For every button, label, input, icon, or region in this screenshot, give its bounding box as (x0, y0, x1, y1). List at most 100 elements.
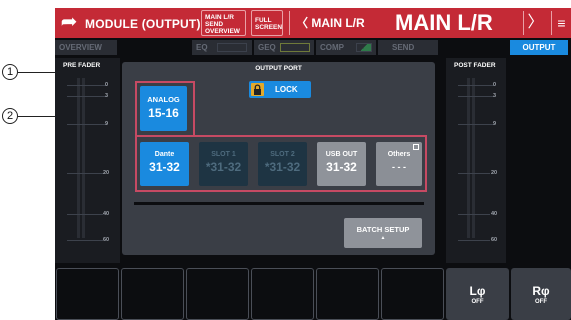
callout-1: 1 (2, 64, 18, 80)
post-scale-20: 20 (491, 170, 498, 176)
tab-eq[interactable]: EQ (192, 40, 252, 55)
pre-tick (67, 240, 103, 241)
batch-setup-arrow-icon: ▲ (380, 235, 386, 241)
post-scale-60: 60 (491, 237, 498, 243)
others-port-button[interactable]: Others - - - (376, 142, 422, 186)
slot2-port-button[interactable]: SLOT 2 *31-32 (258, 142, 307, 186)
post-scale-9: 9 (493, 121, 497, 127)
tab-comp-label: COMP (320, 43, 344, 52)
menu-icon[interactable]: ≡ (551, 11, 571, 35)
analog-port-button[interactable]: ANALOG 15-16 (140, 86, 187, 131)
dante-port-line2: 31-32 (149, 160, 180, 174)
post-tick (458, 173, 490, 174)
post-tick (458, 240, 490, 241)
post-tick (458, 96, 494, 97)
pre-scale-40: 40 (103, 211, 110, 217)
prev-channel-label: MAIN L/R (311, 16, 365, 30)
analog-port-line2: 15-16 (148, 106, 179, 120)
analog-port-line1: ANALOG (147, 95, 180, 104)
chevron-right-icon[interactable]: 〉 (523, 11, 547, 35)
tab-send[interactable]: SEND (378, 40, 438, 55)
tab-geq-label: GEQ (258, 43, 276, 52)
tab-overview[interactable]: OVERVIEW (55, 40, 117, 55)
send-overview-button[interactable]: MAIN L/R SEND OVERVIEW (201, 10, 246, 36)
bottom-slot[interactable] (316, 268, 379, 320)
tab-output-label: OUTPUT (522, 43, 556, 52)
pre-scale-3: 3 (105, 93, 109, 99)
manual-figure: 1 2 ➦ MODULE (OUTPUT) MAIN L/R SEND OVER… (0, 0, 571, 320)
top-bar: ➦ MODULE (OUTPUT) MAIN L/R SEND OVERVIEW… (55, 8, 571, 38)
others-port-line2: - - - (392, 162, 406, 172)
lock-button[interactable]: LOCK (249, 81, 311, 98)
send-overview-label-1: MAIN L/R (205, 14, 234, 21)
full-screen-label-1: FULL (255, 17, 272, 24)
post-fader-label: POST FADER (454, 62, 496, 69)
batch-setup-label: BATCH SETUP (356, 225, 410, 234)
tab-send-label: SEND (392, 43, 415, 52)
post-scale-3: 3 (493, 93, 497, 99)
external-link-icon (413, 144, 419, 150)
bottom-slot[interactable] (121, 268, 184, 320)
tab-geq[interactable]: GEQ (254, 40, 314, 55)
others-port-line1: Others (387, 151, 411, 158)
post-tick (458, 214, 490, 215)
device-screen: ➦ MODULE (OUTPUT) MAIN L/R SEND OVERVIEW… (55, 8, 571, 320)
eq-thumbnail (217, 43, 247, 52)
usb-out-port-line1: USB OUT (325, 151, 358, 158)
output-port-title: OUTPUT PORT (255, 65, 302, 72)
usb-out-port-line2: 31-32 (326, 160, 357, 174)
pre-tick (67, 214, 103, 215)
bottom-slot[interactable] (381, 268, 444, 320)
pre-tick (67, 124, 107, 125)
dante-port-line1: Dante (154, 151, 175, 158)
tab-comp[interactable]: COMP (316, 40, 376, 55)
callout-2: 2 (2, 108, 18, 124)
r-phase-state: OFF (535, 299, 547, 305)
prev-channel-button[interactable]: 〈 MAIN L/R (289, 11, 375, 35)
comp-thumbnail (356, 43, 372, 52)
full-screen-label-2: SCREEN (255, 24, 283, 31)
pre-tick (67, 85, 107, 86)
module-title: MODULE (OUTPUT) (85, 17, 201, 31)
send-overview-label-3: OVERVIEW (205, 28, 240, 35)
l-phase-state: OFF (471, 299, 484, 305)
pre-scale-20: 20 (103, 170, 110, 176)
bottom-slot[interactable] (56, 268, 119, 320)
geq-thumbnail (280, 43, 310, 52)
post-tick (458, 85, 494, 86)
tab-overview-label: OVERVIEW (59, 43, 102, 52)
post-tick (458, 124, 494, 125)
bottom-slot[interactable] (186, 268, 249, 320)
batch-setup-button[interactable]: BATCH SETUP ▲ (344, 218, 422, 248)
pre-fader-label: PRE FADER (63, 62, 101, 69)
pre-tick (67, 96, 107, 97)
send-overview-label-2: SEND (205, 21, 224, 28)
pre-scale-9: 9 (105, 121, 109, 127)
pre-scale-60: 60 (103, 237, 110, 243)
pre-fader-panel: PRE FADER 0 3 9 20 40 60 (55, 58, 120, 263)
post-fader-panel: POST FADER 0 3 9 20 40 60 (446, 58, 506, 263)
full-screen-button[interactable]: FULL SCREEN (251, 10, 283, 36)
l-phase-label: Lφ (469, 284, 486, 298)
r-phase-label: Rφ (532, 284, 550, 298)
channel-title: MAIN L/R (395, 10, 493, 35)
output-port-panel: OUTPUT PORT LOCK ANALOG 15-16 Dante 31-3… (122, 62, 435, 255)
slot2-port-line1: SLOT 2 (270, 151, 295, 158)
back-arrow-icon[interactable]: ➦ (57, 11, 81, 35)
usb-out-port-button[interactable]: USB OUT 31-32 (317, 142, 366, 186)
slot2-port-line2: *31-32 (264, 160, 301, 174)
l-phase-button[interactable]: Lφ OFF (446, 268, 509, 320)
chevron-left-icon: 〈 (296, 16, 309, 30)
tab-eq-label: EQ (196, 43, 208, 52)
pre-scale-0: 0 (105, 82, 109, 88)
slot1-port-line1: SLOT 1 (211, 151, 236, 158)
post-scale-0: 0 (493, 82, 497, 88)
divider-line (134, 202, 424, 205)
bottom-slot[interactable] (251, 268, 314, 320)
slot1-port-button[interactable]: SLOT 1 *31-32 (199, 142, 248, 186)
tab-output[interactable]: OUTPUT (510, 40, 568, 55)
dante-port-button[interactable]: Dante 31-32 (140, 142, 189, 186)
slot1-port-line2: *31-32 (205, 160, 242, 174)
r-phase-button[interactable]: Rφ OFF (511, 268, 571, 320)
lock-label: LOCK (275, 85, 298, 94)
